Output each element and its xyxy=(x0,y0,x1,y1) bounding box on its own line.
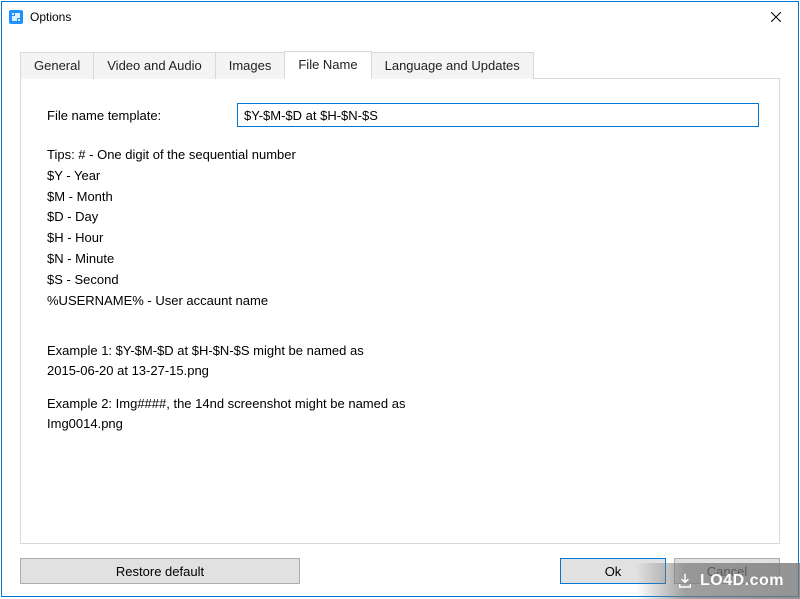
tips-block: Tips: # - One digit of the sequential nu… xyxy=(47,145,759,311)
window-title: Options xyxy=(30,10,753,24)
tip-hour: $H - Hour xyxy=(47,228,759,249)
options-window: Options General Video and Audio Images F… xyxy=(1,1,799,597)
restore-default-button[interactable]: Restore default xyxy=(20,558,300,584)
tip-username: %USERNAME% - User accaunt name xyxy=(47,291,759,312)
app-icon xyxy=(8,9,24,25)
tip-year: $Y - Year xyxy=(47,166,759,187)
example-2-line-1: Example 2: Img####, the 14nd screenshot … xyxy=(47,394,759,414)
example-1-line-2: 2015-06-20 at 13-27-15.png xyxy=(47,361,759,381)
tab-images[interactable]: Images xyxy=(215,52,286,79)
close-button[interactable] xyxy=(753,2,798,32)
titlebar: Options xyxy=(2,2,798,32)
file-name-template-row: File name template: xyxy=(47,103,759,127)
tab-panel-file-name: File name template: Tips: # - One digit … xyxy=(20,79,780,544)
client-area: General Video and Audio Images File Name… xyxy=(2,32,798,596)
example-2: Example 2: Img####, the 14nd screenshot … xyxy=(47,394,759,433)
tab-language-updates[interactable]: Language and Updates xyxy=(371,52,534,79)
tab-file-name[interactable]: File Name xyxy=(284,51,371,79)
file-name-template-label: File name template: xyxy=(47,108,237,123)
tip-minute: $N - Minute xyxy=(47,249,759,270)
close-icon xyxy=(771,12,781,22)
tabs-header: General Video and Audio Images File Name… xyxy=(20,50,780,79)
tip-day: $D - Day xyxy=(47,207,759,228)
example-2-line-2: Img0014.png xyxy=(47,414,759,434)
button-bar: Restore default Ok Cancel xyxy=(20,544,780,584)
ok-button[interactable]: Ok xyxy=(560,558,666,584)
cancel-button[interactable]: Cancel xyxy=(674,558,780,584)
tab-video-audio[interactable]: Video and Audio xyxy=(93,52,215,79)
file-name-template-input[interactable] xyxy=(237,103,759,127)
example-1: Example 1: $Y-$M-$D at $H-$N-$S might be… xyxy=(47,341,759,380)
example-1-line-1: Example 1: $Y-$M-$D at $H-$N-$S might be… xyxy=(47,341,759,361)
tab-general[interactable]: General xyxy=(20,52,94,79)
tip-month: $M - Month xyxy=(47,187,759,208)
tip-second: $S - Second xyxy=(47,270,759,291)
tips-header: Tips: # - One digit of the sequential nu… xyxy=(47,145,759,166)
